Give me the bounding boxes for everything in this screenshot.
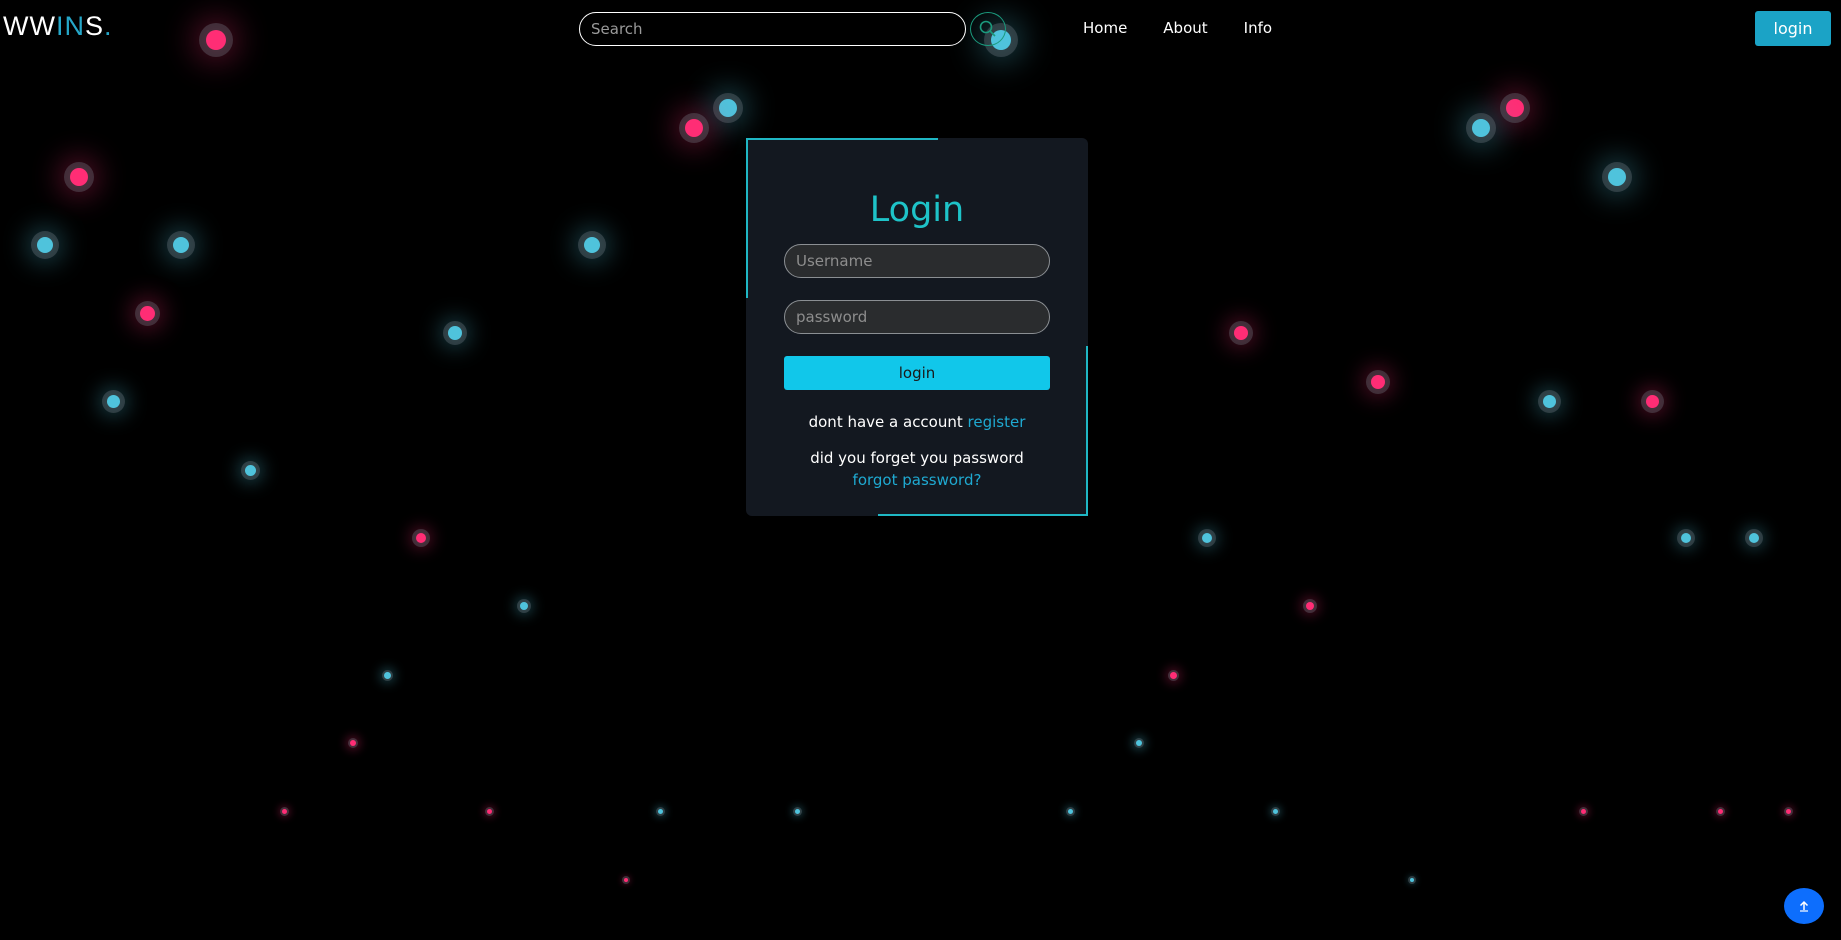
particle-pink [1645,394,1659,408]
particle-pink [486,808,492,814]
forgot-password-link[interactable]: forgot password? [853,471,982,489]
particle-blue [1749,533,1759,543]
particle-pink [350,740,356,746]
particle-blue [1608,168,1626,186]
search-icon [979,20,996,37]
particle-blue [1067,808,1073,814]
particle-blue [173,237,189,253]
search-bar [579,12,1006,46]
particle-pink [1306,602,1314,610]
particle-pink [1169,671,1177,679]
particle-pink [70,168,88,186]
card-border-top [746,138,938,140]
brand-dot: . [103,11,113,41]
particle-pink [1371,375,1385,389]
username-field[interactable] [784,244,1050,278]
particle-blue [1202,533,1212,543]
particle-pink [624,878,628,882]
particle-blue [106,394,120,408]
particle-pink [1717,808,1723,814]
brand-logo[interactable]: WWINS. [3,11,113,42]
login-card: Login login dont have a account register… [746,138,1088,516]
card-border-bottom [878,514,1088,516]
main-nav: Home About Info [1083,19,1308,37]
arrow-up-icon [1799,900,1809,912]
search-button[interactable] [970,12,1006,46]
particle-blue [1472,119,1490,137]
particle-blue [1272,808,1278,814]
register-prompt: dont have a account [808,413,968,431]
scroll-top-button[interactable] [1784,888,1824,924]
particle-pink [416,533,426,543]
forgot-line: did you forget you password forgot passw… [746,447,1088,491]
particle-blue [584,237,600,253]
login-submit-button[interactable]: login [784,356,1050,390]
particle-blue [1410,878,1414,882]
particle-blue [1542,394,1556,408]
search-input[interactable] [579,12,966,46]
register-line: dont have a account register [746,411,1088,433]
particle-pink [139,305,155,321]
particle-blue [37,237,53,253]
particle-blue [1681,533,1691,543]
nav-info[interactable]: Info [1244,19,1272,37]
brand-part-3: S [84,11,104,41]
brand-part-2: IN [55,11,85,41]
particle-blue [520,602,528,610]
forgot-prompt: did you forget you password [810,449,1024,467]
brand-part-1: WW [3,11,56,41]
nav-about[interactable]: About [1163,19,1207,37]
particle-pink [1785,808,1791,814]
particle-pink [1580,808,1586,814]
page: WWINS. Home About Info login Login login… [0,0,1841,940]
particle-pink [685,119,703,137]
particle-blue [448,326,462,340]
particle-pink [281,808,287,814]
login-title: Login [869,190,965,230]
particle-blue [244,464,256,476]
register-link[interactable]: register [968,413,1026,431]
particle-pink [1234,326,1248,340]
particle-blue [1136,740,1142,746]
particle-blue [719,99,737,117]
header-login-button[interactable]: login [1755,11,1831,46]
particle-blue [383,671,391,679]
particle-pink [206,30,226,50]
particle-pink [1506,99,1524,117]
nav-home[interactable]: Home [1083,19,1127,37]
password-field[interactable] [784,300,1050,334]
particle-blue [657,808,663,814]
particle-blue [794,808,800,814]
